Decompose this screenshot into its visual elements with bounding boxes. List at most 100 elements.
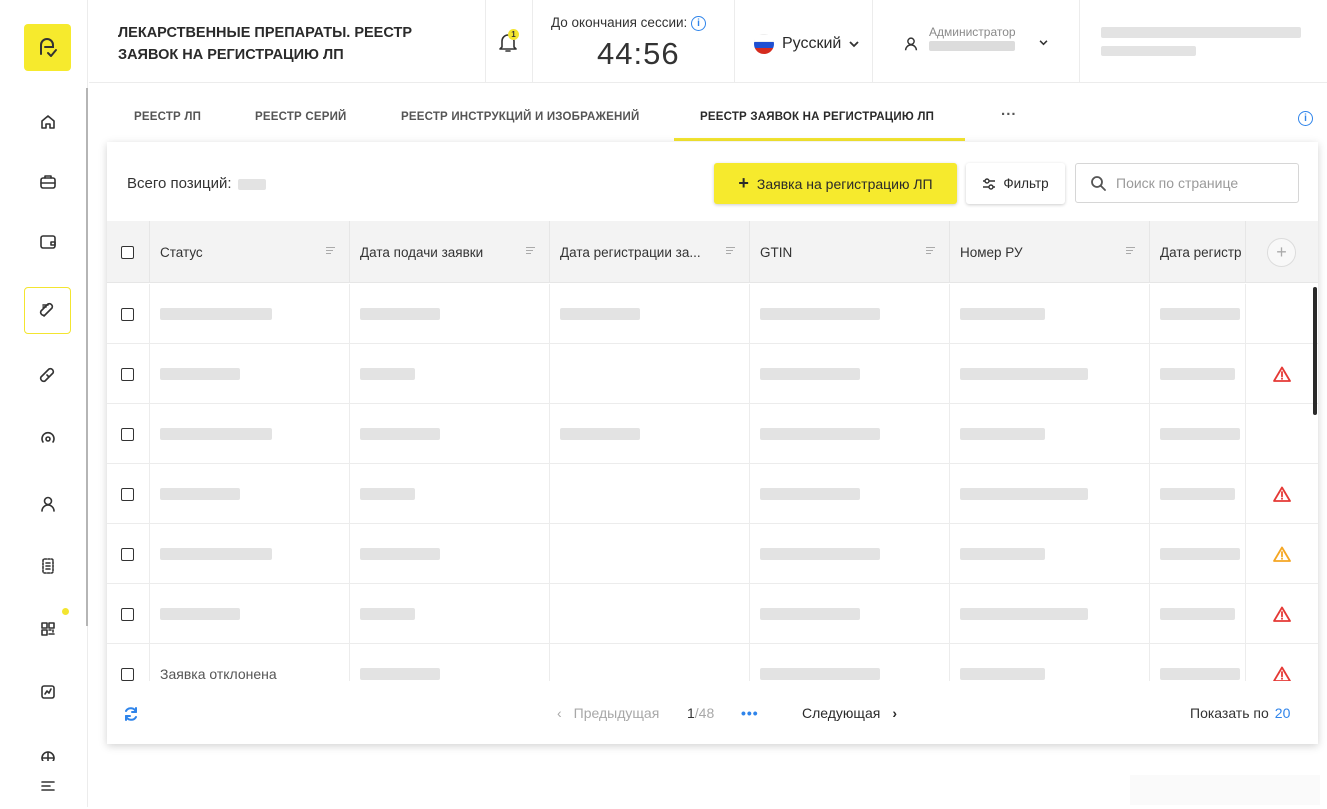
menu-icon: [40, 780, 55, 791]
table-row[interactable]: [107, 404, 1318, 464]
warning-cell: [1246, 344, 1318, 404]
column-header-status[interactable]: Статус: [150, 221, 350, 283]
status-text: Заявка отклонена: [160, 666, 277, 681]
row-checkbox[interactable]: [121, 667, 134, 681]
table-cell: [1150, 644, 1246, 681]
sidebar-item-globe[interactable]: [24, 733, 71, 761]
column-menu-icon[interactable]: [926, 247, 935, 256]
table-row[interactable]: [107, 344, 1318, 404]
sidebar-item-documents[interactable]: [24, 542, 71, 589]
table-row[interactable]: [107, 524, 1318, 584]
table-cell: [950, 344, 1150, 404]
select-all-checkbox[interactable]: [121, 245, 134, 259]
table-cell: [1150, 284, 1246, 344]
tab-series-registry[interactable]: РЕЕСТР СЕРИЙ: [255, 111, 347, 123]
warning-icon[interactable]: [1273, 366, 1291, 382]
add-column-button[interactable]: +: [1267, 238, 1296, 267]
table-cell: [1150, 404, 1246, 464]
language-select[interactable]: Русский: [754, 34, 860, 54]
search-input[interactable]: [1116, 175, 1276, 191]
column-menu-icon[interactable]: [526, 247, 535, 256]
app-logo[interactable]: [24, 24, 71, 71]
table-cell: [950, 464, 1150, 524]
tab-applications-registry[interactable]: РЕЕСТР ЗАЯВОК НА РЕГИСТРАЦИЮ ЛП: [700, 111, 934, 123]
sidebar-item-gauge[interactable]: [24, 414, 71, 461]
table-cell: [350, 464, 550, 524]
column-label: Номер РУ: [960, 244, 1023, 260]
redacted-value: [160, 368, 240, 380]
table-cell: [350, 524, 550, 584]
redacted-value: [960, 368, 1088, 380]
tab-more[interactable]: ···: [1001, 106, 1017, 123]
row-checkbox[interactable]: [121, 367, 134, 381]
tabs-info-button[interactable]: i: [1298, 110, 1313, 128]
column-header-registration-date[interactable]: Дата регистрации за...: [550, 221, 750, 283]
sidebar-item-qr[interactable]: [24, 605, 71, 652]
row-checkbox[interactable]: [121, 307, 134, 321]
table-cell: [750, 464, 950, 524]
column-menu-icon[interactable]: [726, 247, 735, 256]
next-page-label: Следующая: [802, 705, 881, 721]
table-cell: [550, 404, 750, 464]
column-menu-icon[interactable]: [326, 247, 335, 256]
sidebar-scrollbar[interactable]: [86, 88, 88, 626]
russia-flag-icon: [754, 34, 774, 54]
warning-icon[interactable]: [1273, 606, 1291, 622]
sidebar-item-reports[interactable]: [24, 668, 71, 715]
divider: [485, 0, 486, 83]
prev-page-button[interactable]: ‹ Предыдущая: [557, 705, 659, 721]
warning-cell: [1246, 404, 1318, 464]
sidebar-item-wallet[interactable]: [24, 218, 71, 265]
warning-cell: [1246, 464, 1318, 524]
row-checkbox[interactable]: [121, 607, 134, 621]
redacted-value: [960, 608, 1088, 620]
table-row[interactable]: Заявка отклонена: [107, 644, 1318, 681]
redacted-value: [360, 488, 415, 500]
filter-button[interactable]: Фильтр: [966, 163, 1065, 204]
more-pages-button[interactable]: •••: [741, 705, 759, 721]
sidebar-collapse-button[interactable]: [24, 762, 71, 809]
column-header-submission-date[interactable]: Дата подачи заявки: [350, 221, 550, 283]
sidebar-item-home[interactable]: [24, 98, 71, 145]
tab-instructions-registry[interactable]: РЕЕСТР ИНСТРУКЦИЙ И ИЗОБРАЖЕНИЙ: [401, 111, 639, 123]
row-checkbox[interactable]: [121, 487, 134, 501]
add-application-button[interactable]: + Заявка на регистрацию ЛП: [714, 163, 957, 204]
redacted-value: [1160, 668, 1240, 680]
row-checkbox[interactable]: [121, 427, 134, 441]
info-icon[interactable]: i: [691, 15, 707, 31]
table-row[interactable]: [107, 284, 1318, 344]
row-checkbox[interactable]: [121, 547, 134, 561]
column-header-gtin[interactable]: GTIN: [750, 221, 950, 283]
sidebar-item-medicines[interactable]: [24, 287, 71, 334]
next-page-button[interactable]: Следующая ›: [802, 705, 897, 721]
total-value-redacted: [237, 178, 266, 190]
column-menu-icon[interactable]: [1126, 247, 1135, 256]
redacted-value: [360, 368, 415, 380]
table-cell: [750, 644, 950, 681]
table-cell: [1150, 464, 1246, 524]
warning-icon[interactable]: [1273, 546, 1291, 562]
redacted-value: [1160, 308, 1240, 320]
warning-icon[interactable]: [1273, 666, 1291, 681]
column-header-ru-date[interactable]: Дата регистр: [1150, 221, 1246, 283]
column-header-ru-number[interactable]: Номер РУ: [950, 221, 1150, 283]
sidebar-item-users[interactable]: [24, 480, 71, 527]
sidebar-item-links[interactable]: [24, 352, 71, 399]
refresh-button[interactable]: [123, 706, 139, 722]
chevron-down-icon: [1039, 40, 1048, 46]
warning-icon[interactable]: [1273, 486, 1291, 502]
table-cell: [750, 584, 950, 644]
table-row[interactable]: [107, 464, 1318, 524]
table-row[interactable]: [107, 584, 1318, 644]
sidebar-item-portfolio[interactable]: [24, 158, 71, 205]
page-size-label: Показать по: [1190, 705, 1269, 721]
page-size-select[interactable]: 20: [1275, 705, 1291, 721]
table-cell: [550, 584, 750, 644]
vertical-scrollbar[interactable]: [1313, 287, 1317, 415]
notifications-button[interactable]: 1: [497, 29, 523, 56]
capsule-icon: [39, 367, 54, 382]
session-timer-label: До окончания сессии: i: [551, 15, 707, 31]
chevron-left-icon: ‹: [557, 705, 562, 721]
tab-medicines-registry[interactable]: РЕЕСТР ЛП: [134, 111, 201, 123]
warning-cell: [1246, 284, 1318, 344]
